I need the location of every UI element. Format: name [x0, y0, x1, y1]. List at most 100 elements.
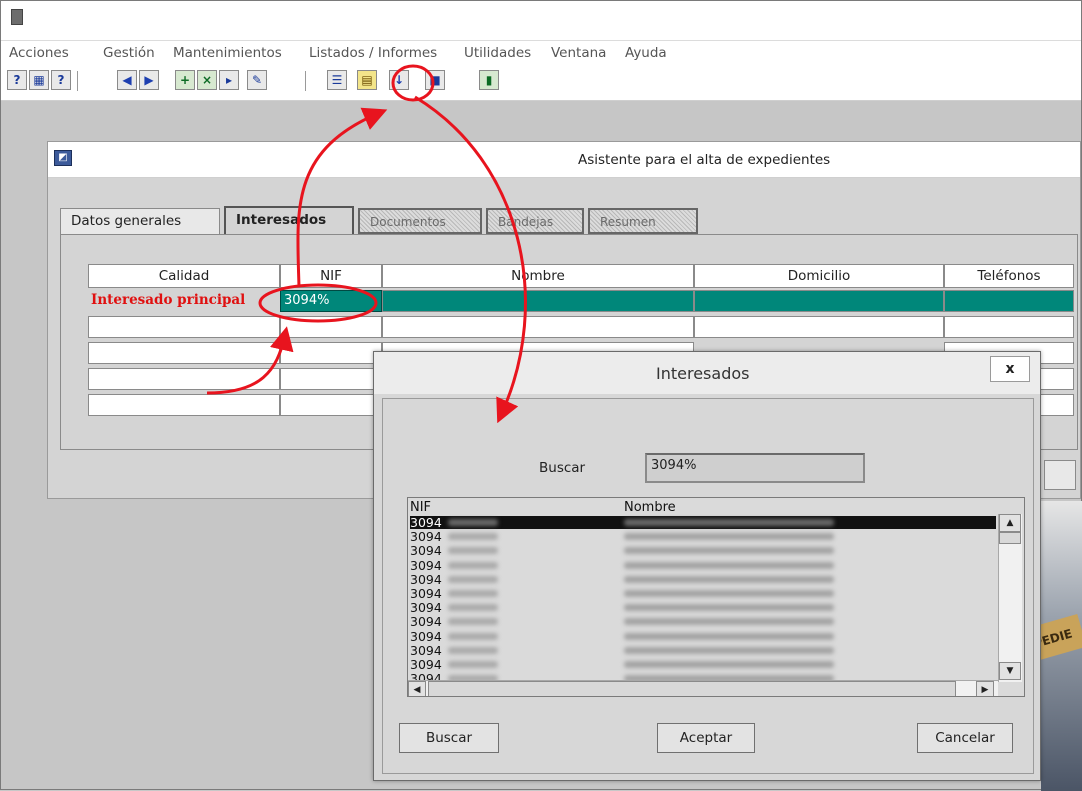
- wizard-icon: ◩: [54, 150, 72, 166]
- buscar-button[interactable]: Buscar: [399, 723, 499, 753]
- save-icon[interactable]: ■: [425, 70, 445, 90]
- scroll-left-icon[interactable]: ◀: [408, 681, 426, 696]
- app-icon: [11, 9, 23, 25]
- tab-bandejas: Bandejas: [486, 208, 584, 234]
- list-item[interactable]: 3094: [410, 615, 996, 628]
- grid-cell[interactable]: [694, 316, 944, 338]
- next-record-icon[interactable]: ▶: [139, 70, 159, 90]
- close-icon[interactable]: x: [990, 356, 1030, 382]
- telefonos-cell[interactable]: [944, 290, 1074, 312]
- results-list[interactable]: NIF Nombre 3094 3094 3094 3094 3094 3094 3094 3…: [407, 497, 1025, 697]
- search-input[interactable]: 3094%: [645, 453, 865, 483]
- vertical-scrollbar[interactable]: ▲ ▼: [998, 514, 1022, 682]
- redacted-nif: [448, 632, 498, 640]
- grid-cell[interactable]: [88, 342, 280, 364]
- menu-acciones[interactable]: Acciones: [9, 45, 69, 61]
- horizontal-scrollbar[interactable]: ◀ ▶: [408, 680, 998, 696]
- scroll-right-icon[interactable]: ▶: [976, 681, 994, 696]
- list-item-nif: 3094: [410, 628, 442, 644]
- menu-mantenimientos[interactable]: Mantenimientos: [173, 45, 282, 61]
- duplicate-record-icon[interactable]: ▸: [219, 70, 239, 90]
- redacted-nif: [448, 575, 498, 583]
- redacted-nif: [448, 533, 498, 541]
- insert-record-icon[interactable]: +: [175, 70, 195, 90]
- list-item-nif: 3094: [410, 529, 442, 545]
- menu-listados-informes[interactable]: Listados / Informes: [309, 45, 437, 61]
- redacted-nombre: [624, 590, 834, 597]
- menu-gestion[interactable]: Gestión: [103, 45, 155, 61]
- wizard-title: Asistente para el alta de expedientes: [578, 152, 831, 168]
- list-item[interactable]: 3094: [410, 516, 996, 529]
- list-values-icon[interactable]: ☰: [327, 70, 347, 90]
- dialog-title: Interesados: [656, 364, 750, 383]
- grid-cell[interactable]: [280, 342, 382, 364]
- tab-datos-generales[interactable]: Datos generales: [60, 208, 220, 234]
- query-count-icon[interactable]: ?: [51, 70, 71, 90]
- help-query-icon[interactable]: ?: [7, 70, 27, 90]
- grid-cell[interactable]: [88, 316, 280, 338]
- tab-interesados[interactable]: Interesados: [224, 206, 354, 236]
- aceptar-button[interactable]: Aceptar: [657, 723, 755, 753]
- tab-documentos: Documentos: [358, 208, 482, 234]
- tab-resumen: Resumen: [588, 208, 698, 234]
- list-item[interactable]: 3094: [410, 573, 996, 586]
- list-item[interactable]: 3094: [410, 544, 996, 557]
- menu-utilidades[interactable]: Utilidades: [464, 45, 531, 61]
- scroll-thumb[interactable]: [999, 532, 1021, 544]
- query-icon[interactable]: ▦: [29, 70, 49, 90]
- list-item-nif: 3094: [410, 657, 442, 672]
- grid-cell[interactable]: [382, 316, 694, 338]
- redacted-nif: [448, 519, 498, 526]
- wizard-nav-button[interactable]: [1044, 460, 1076, 490]
- nif-field[interactable]: 3094%: [280, 290, 382, 312]
- redacted-nif: [448, 590, 498, 597]
- scroll-up-icon[interactable]: ▲: [999, 514, 1021, 532]
- list-item-nif: 3094: [410, 600, 442, 616]
- list-item-nif: 3094: [410, 642, 442, 658]
- domicilio-cell[interactable]: [694, 290, 944, 312]
- cancelar-button[interactable]: Cancelar: [917, 723, 1013, 753]
- menu-bar: Acciones Gestión Mantenimientos Listados…: [1, 41, 1081, 65]
- edit-icon[interactable]: ✎: [247, 70, 267, 90]
- redacted-nombre: [624, 533, 834, 541]
- list-item[interactable]: 3094: [410, 587, 996, 600]
- menu-ayuda[interactable]: Ayuda: [625, 45, 667, 61]
- list-item[interactable]: 3094: [410, 530, 996, 543]
- grid-cell[interactable]: [280, 316, 382, 338]
- redacted-nombre: [624, 604, 834, 612]
- list-item-nif: 3094: [410, 543, 442, 559]
- column-header-calidad: Calidad: [88, 264, 280, 288]
- redacted-nombre: [624, 661, 834, 668]
- grid-cell[interactable]: [280, 368, 382, 390]
- redacted-nombre: [624, 632, 834, 640]
- grid-cell[interactable]: [88, 368, 280, 390]
- scroll-down-icon[interactable]: ▼: [999, 662, 1021, 680]
- exit-door-icon[interactable]: ▮: [479, 70, 499, 90]
- grid-cell[interactable]: [88, 394, 280, 416]
- grid-cell[interactable]: [944, 316, 1074, 338]
- menu-ventana[interactable]: Ventana: [551, 45, 606, 61]
- download-arrow-icon[interactable]: ↓: [389, 70, 409, 90]
- notes-icon[interactable]: ▤: [357, 70, 377, 90]
- delete-record-icon[interactable]: ×: [197, 70, 217, 90]
- list-item[interactable]: 3094: [410, 630, 996, 643]
- list-item[interactable]: 3094: [410, 601, 996, 614]
- calidad-cell[interactable]: Interesado principal: [88, 290, 280, 312]
- nombre-cell[interactable]: [382, 290, 694, 312]
- list-item[interactable]: 3094: [410, 644, 996, 657]
- dialog-body: Buscar 3094% NIF Nombre 3094 3094 3094 3094…: [382, 398, 1034, 774]
- list-item-nif: 3094: [410, 614, 442, 630]
- list-item-nif: 3094: [410, 571, 442, 587]
- grid-cell[interactable]: [280, 394, 382, 416]
- column-header-nombre: Nombre: [382, 264, 694, 288]
- redacted-nif: [448, 661, 498, 668]
- previous-record-icon[interactable]: ◀: [117, 70, 137, 90]
- list-item-nif: 3094: [410, 557, 442, 573]
- list-item-nif: 3094: [410, 586, 442, 601]
- list-item[interactable]: 3094: [410, 658, 996, 671]
- toolbar-separator: [305, 71, 306, 91]
- toolbar-separator: [77, 71, 78, 91]
- list-item[interactable]: 3094: [410, 559, 996, 572]
- scroll-thumb[interactable]: [428, 681, 956, 696]
- dialog-titlebar: Interesados x: [374, 352, 1040, 394]
